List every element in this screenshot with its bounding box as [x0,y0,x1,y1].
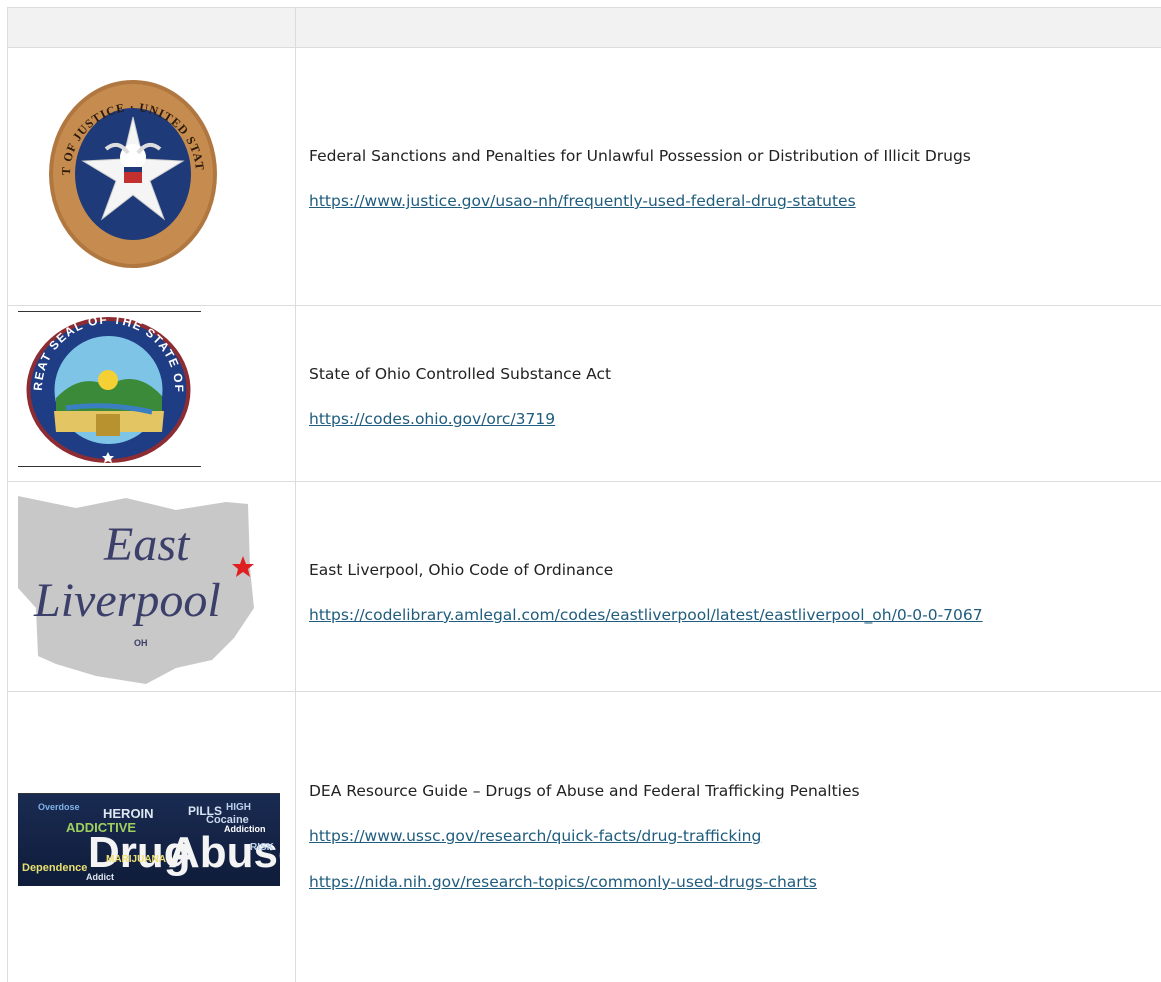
text-cell: State of Ohio Controlled Substance Act h… [295,306,1161,481]
east-liverpool-map-icon: East Liverpool OH [18,496,254,684]
map-text-liverpool: Liverpool [33,574,221,627]
resource-link[interactable]: https://nida.nih.gov/research-topics/com… [309,873,817,891]
map-text-east: East [103,518,191,571]
table-row: DEPARTMENT OF JUSTICE · UNITED STATES MA… [7,47,1161,306]
word-cloud-word: Dependence [22,862,88,874]
word-cloud-word: MARIJUANA [106,854,166,865]
text-cell: Federal Sanctions and Penalties for Unla… [295,47,1161,305]
image-cell: THE GREAT SEAL OF THE STATE OF OHIO [7,306,296,481]
resource-link[interactable]: https://codelibrary.amlegal.com/codes/ea… [309,606,983,624]
resource-title: DEA Resource Guide – Drugs of Abuse and … [309,782,860,800]
word-cloud-word: HEROIN [103,806,154,821]
ohio-seal-icon: THE GREAT SEAL OF THE STATE OF OHIO [26,316,191,463]
resource-link[interactable]: https://www.ussc.gov/research/quick-fact… [309,827,761,845]
image-top-rule [18,311,201,312]
word-cloud-word: Addict [86,872,114,882]
text-cell: East Liverpool, Ohio Code of Ordinance h… [295,482,1161,691]
resource-title: State of Ohio Controlled Substance Act [309,365,612,383]
resource-title: Federal Sanctions and Penalties for Unla… [309,147,971,165]
text-cell: DEA Resource Guide – Drugs of Abuse and … [295,692,1161,982]
table-row: Drug Abuse HEROIN ADDICTIVE PILLS Cocain… [7,692,1161,982]
image-cell: Drug Abuse HEROIN ADDICTIVE PILLS Cocain… [7,692,296,982]
resource-link[interactable]: https://codes.ohio.gov/orc/3719 [309,410,555,428]
image-cell: DEPARTMENT OF JUSTICE · UNITED STATES MA… [7,47,296,305]
word-cloud-word: Addiction [224,824,266,834]
image-bottom-rule [18,466,201,467]
header-cell-image [7,8,296,47]
image-cell: East Liverpool OH [7,482,296,691]
word-cloud-word: RISK [250,842,274,853]
table-row: East Liverpool OH East Liverpool, Ohio C… [7,482,1161,692]
table-header [7,7,1161,48]
header-cell-text [295,8,1161,47]
word-cloud-word: Overdose [38,802,80,812]
word-cloud-word: ADDICTIVE [66,820,137,835]
table-row: THE GREAT SEAL OF THE STATE OF OHIO Stat… [7,306,1161,482]
doj-seal-icon: DEPARTMENT OF JUSTICE · UNITED STATES MA… [48,79,217,268]
resource-link[interactable]: https://www.justice.gov/usao-nh/frequent… [309,192,856,210]
drug-abuse-word-cloud-icon: Drug Abuse HEROIN ADDICTIVE PILLS Cocain… [18,793,280,886]
word-cloud-word: HIGH [226,802,251,813]
resource-title: East Liverpool, Ohio Code of Ordinance [309,561,614,579]
word-cloud-word: Abuse [168,828,280,877]
map-text-state: OH [134,638,148,648]
